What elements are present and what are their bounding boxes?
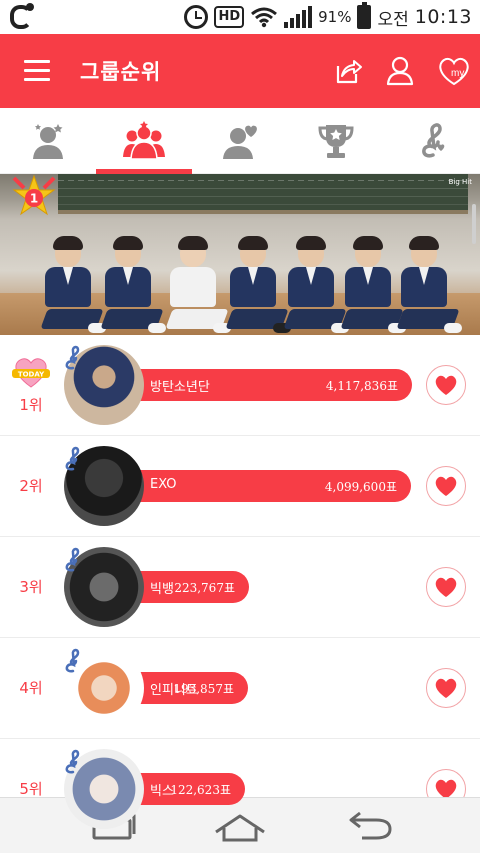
battery-percent: 91%	[318, 8, 352, 26]
group-icon	[123, 121, 165, 160]
tab-trophy[interactable]	[288, 108, 384, 174]
member-figure	[340, 236, 406, 333]
member-figure	[165, 236, 231, 333]
vote-count: 193,857표	[173, 682, 234, 696]
profile-icon[interactable]	[383, 54, 417, 88]
member-figure	[283, 236, 349, 333]
share-icon[interactable]	[330, 54, 364, 88]
music-note-badge-icon	[65, 345, 80, 370]
my-heart-icon[interactable]: my	[436, 54, 472, 88]
battery-icon	[357, 2, 372, 29]
person-heart-icon	[223, 125, 257, 159]
first-place-medal-icon: 1	[12, 174, 56, 216]
vote-heart-button[interactable]	[426, 365, 466, 405]
heart-icon	[435, 375, 457, 395]
music-note-badge-icon	[65, 547, 80, 572]
tab-group[interactable]	[96, 108, 192, 174]
ranking-list: TODAY 1위 방탄소년단 4,117,836표 2위 EXO 4,099,600표 3위 빅…	[0, 335, 480, 840]
member-figure	[396, 236, 462, 333]
ranking-row[interactable]: 2위 EXO 4,099,600표	[0, 436, 480, 537]
tab-idol[interactable]	[0, 108, 96, 174]
vote-bar: EXO 4,099,600표	[110, 470, 411, 502]
status-bar: HD 91% 오전 10:13	[0, 0, 480, 34]
music-note-badge-icon	[65, 749, 80, 774]
rank-label: 1위	[19, 396, 43, 414]
vote-count: 122,623표	[170, 783, 231, 797]
carrier-logo-icon	[10, 3, 34, 29]
home-icon[interactable]	[212, 810, 268, 842]
heart-icon	[435, 577, 457, 597]
banner-scrollbar[interactable]	[472, 204, 476, 244]
group-name: 방탄소년단	[150, 380, 210, 395]
member-figure	[40, 236, 106, 333]
trophy-icon	[318, 125, 354, 158]
today-heart-badge-icon: TODAY	[12, 358, 50, 388]
my-label: my	[451, 68, 464, 79]
member-figure	[225, 236, 291, 333]
banner-logo: Big Hit	[448, 178, 472, 186]
vote-heart-button[interactable]	[426, 466, 466, 506]
vote-heart-button[interactable]	[426, 668, 466, 708]
back-icon[interactable]	[342, 810, 398, 842]
medal-rank: 1	[30, 192, 38, 206]
ranking-row[interactable]: TODAY 1위 방탄소년단 4,117,836표	[0, 335, 480, 436]
ranking-row[interactable]: 3위 빅뱅 223,767표	[0, 537, 480, 638]
heart-icon	[435, 476, 457, 496]
app-bar: 그룹순위 my	[0, 34, 480, 108]
chalkboard	[58, 174, 468, 214]
rank-label: 4위	[19, 679, 43, 697]
rank-label: 2위	[19, 477, 43, 495]
vote-count: 4,099,600표	[324, 480, 397, 494]
clock: 10:13	[414, 6, 472, 28]
group-name: EXO	[150, 477, 177, 492]
idol-person-icon	[33, 124, 63, 159]
menu-icon[interactable]	[24, 60, 50, 82]
member-figure	[100, 236, 166, 333]
today-label: TODAY	[18, 371, 45, 379]
vote-bar: 방탄소년단 4,117,836표	[110, 369, 412, 401]
music-note-badge-icon	[65, 446, 80, 471]
rank-label: 5위	[19, 780, 43, 798]
rank-label: 3위	[19, 578, 43, 596]
vote-heart-button[interactable]	[426, 567, 466, 607]
heart-icon	[435, 678, 457, 698]
tab-music[interactable]	[384, 108, 480, 174]
music-note-icon	[422, 123, 445, 158]
signal-icon	[284, 6, 313, 28]
category-tabs	[0, 108, 480, 174]
ranking-row[interactable]: 4위 인피니트 193,857표	[0, 638, 480, 739]
time-ampm: 오전	[377, 9, 409, 30]
top-group-banner[interactable]: 1 Big Hit	[0, 174, 480, 335]
group-name: 빅뱅	[150, 582, 174, 597]
wifi-icon	[251, 7, 278, 28]
vote-count: 4,117,836표	[325, 379, 398, 393]
tab-favorite[interactable]	[192, 108, 288, 174]
alarm-icon	[184, 5, 209, 29]
music-note-badge-icon	[65, 648, 80, 673]
hd-icon: HD	[214, 6, 245, 28]
page-title: 그룹순위	[80, 60, 162, 84]
vote-count: 223,767표	[174, 581, 235, 595]
